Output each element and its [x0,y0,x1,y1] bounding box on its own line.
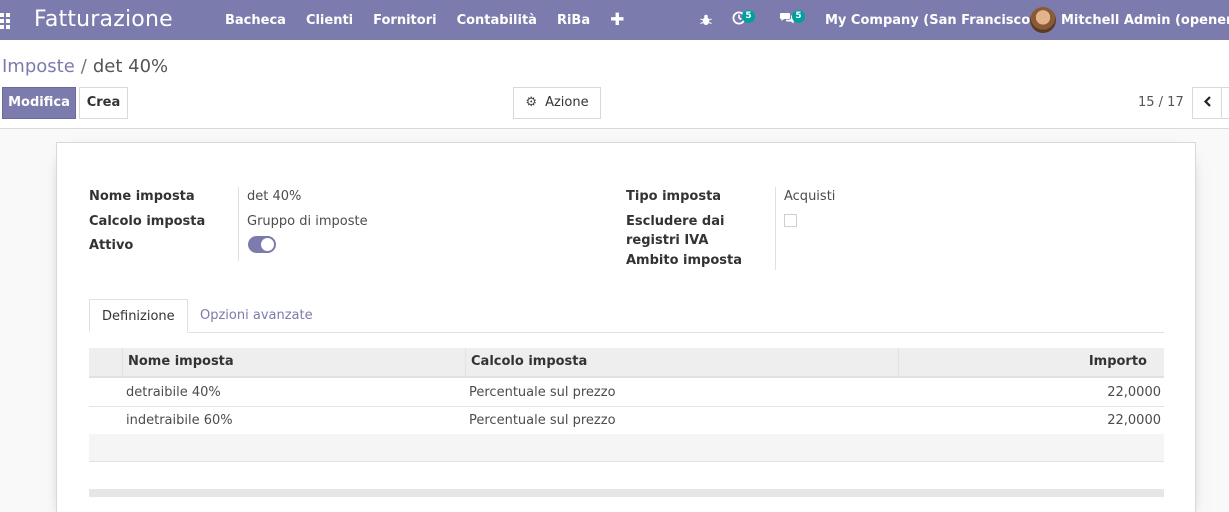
left-group-separator [238,187,239,261]
chevron-left-icon [1203,95,1212,111]
menu-item-fornitori[interactable]: Fornitori [373,13,436,28]
row-amount-cell: 22,0000 [1107,385,1161,400]
debug-bug-icon[interactable] [700,0,712,40]
messaging-menu[interactable]: 5 [780,0,805,40]
active-label: Attivo [89,238,134,253]
tax-name-value[interactable]: det 40% [247,189,301,205]
row-name-cell: indetraibile 60% [126,413,233,428]
apps-menu-icon[interactable] [0,13,10,29]
column-header-amount[interactable]: Importo [898,348,1164,376]
tab-definizione[interactable]: Definizione [89,299,188,333]
tax-computation-label: Calcolo imposta [89,214,206,229]
exclude-vat-label-line1: Escludere dai [626,214,725,229]
active-toggle[interactable] [248,236,276,253]
column-header-name[interactable]: Nome imposta [122,348,465,376]
menu-item-bacheca[interactable]: Bacheca [225,13,286,28]
tab-opzioni-avanzate[interactable]: Opzioni avanzate [188,299,325,333]
table-row[interactable]: indetraibile 60% Percentuale sul prezzo … [89,407,1164,435]
app-brand[interactable]: Fatturazione [34,5,173,35]
row-amount-cell: 22,0000 [1107,413,1161,428]
row-name-cell: detraibile 40% [126,385,221,400]
main-menu: Bacheca Clienti Fornitori Contabilità Ri… [225,0,624,40]
breadcrumb: Imposte / det 40% [2,55,168,79]
plus-icon[interactable]: ✚ [610,10,624,30]
exclude-vat-label-line2: registri IVA [626,233,709,248]
notebook-tabs: Definizione Opzioni avanzate [89,299,1164,333]
table-empty-row [89,434,1164,462]
tax-scope-label: Ambito imposta [626,253,743,268]
menu-item-riba[interactable]: RiBa [557,13,590,28]
menu-item-clienti[interactable]: Clienti [306,13,353,28]
tax-type-value[interactable]: Acquisti [784,189,835,205]
menu-item-contabilita[interactable]: Contabilità [457,13,537,28]
pager-next-button[interactable] [1221,87,1229,119]
table-footer [89,489,1164,497]
user-avatar [1030,7,1056,33]
create-button[interactable]: Crea [79,87,128,119]
pager-value[interactable]: 15 / 17 [1138,95,1184,110]
breadcrumb-parent-link[interactable]: Imposte [2,56,75,77]
edit-button[interactable]: Modifica [2,87,76,119]
pager-previous-button[interactable] [1192,87,1222,119]
control-panel: Imposte / det 40% Modifica Crea ⚙ Azione 1… [0,40,1229,129]
tax-type-label: Tipo imposta [626,189,722,204]
company-switcher[interactable]: My Company (San Francisco) [825,0,1036,40]
table-header: Nome imposta Calcolo imposta Importo [89,348,1164,378]
breadcrumb-current: det 40% [92,56,169,77]
gear-icon: ⚙ [525,95,538,110]
form-sheet: Nome imposta det 40% Calcolo imposta Gru… [56,142,1196,512]
activity-count-badge: 5 [742,9,755,23]
top-navbar: Fatturazione Bacheca Clienti Fornitori C… [0,0,1229,40]
exclude-vat-checkbox[interactable] [784,214,797,227]
row-computation-cell: Percentuale sul prezzo [469,413,616,428]
right-group-separator [775,187,776,270]
table-row[interactable]: detraibile 40% Percentuale sul prezzo 22… [89,379,1164,407]
user-name: Mitchell Admin (openerp_te [1061,12,1229,28]
column-header-computation[interactable]: Calcolo imposta [465,348,898,376]
tax-name-label: Nome imposta [89,189,195,204]
activity-menu[interactable]: 5 [732,0,755,40]
tax-computation-value[interactable]: Gruppo di imposte [247,214,368,230]
action-button[interactable]: ⚙ Azione [513,87,601,119]
action-button-label: Azione [545,95,589,110]
user-menu[interactable]: Mitchell Admin (openerp_te [1030,0,1229,40]
row-computation-cell: Percentuale sul prezzo [469,385,616,400]
breadcrumb-separator: / [80,56,87,77]
message-count-badge: 5 [792,9,805,23]
